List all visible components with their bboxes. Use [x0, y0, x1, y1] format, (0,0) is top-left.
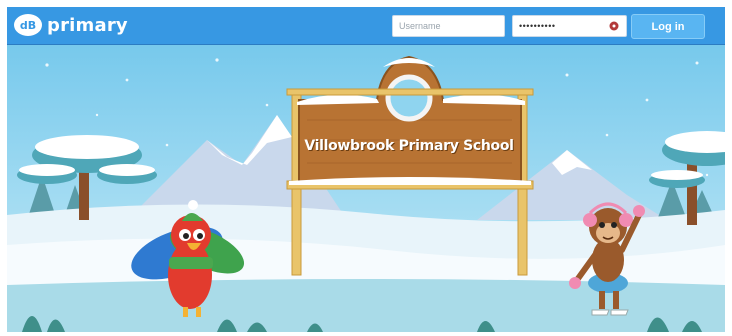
- db-logo-icon: dB: [14, 14, 42, 36]
- logo-wordmark: primary: [47, 14, 128, 36]
- school-name-sign: Villowbrook Primary School: [304, 138, 514, 154]
- username-input[interactable]: [392, 15, 505, 37]
- page-frame: Villowbrook Primary School dB primary Lo…: [7, 7, 725, 332]
- primary-logo[interactable]: dB primary: [13, 13, 128, 37]
- key-icon[interactable]: [608, 20, 620, 32]
- log-in-button[interactable]: Log in: [631, 14, 705, 39]
- top-navigation-bar: dB primary Log in: [7, 7, 725, 45]
- svg-text:dB: dB: [20, 19, 36, 32]
- winter-scene-illustration: [7, 45, 725, 332]
